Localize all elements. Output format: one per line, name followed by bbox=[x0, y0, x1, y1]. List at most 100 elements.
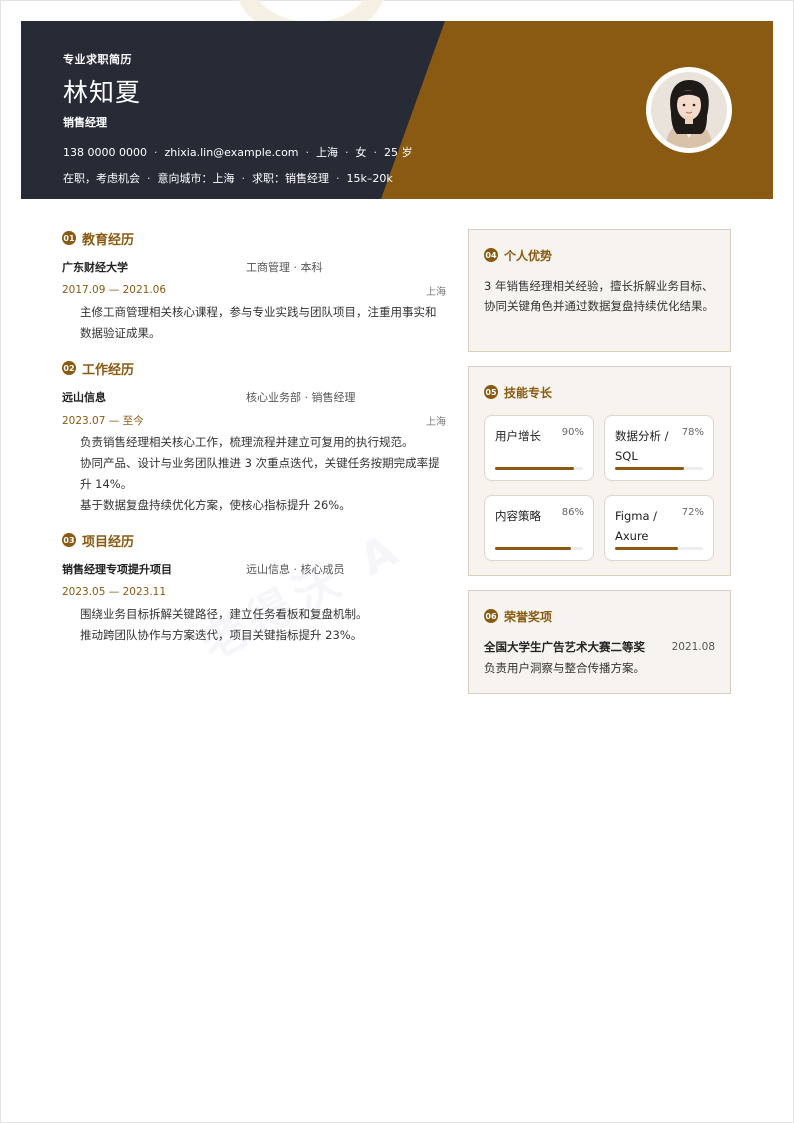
skills-grid: 用户增长 90% 数据分析 / SQL 78% 内容策略 86% Figma /… bbox=[484, 415, 730, 561]
card-header: 04 个人优势 bbox=[484, 246, 730, 264]
entry-bullets: 负责销售经理相关核心工作，梳理流程并建立可复用的执行规范。 协同产品、设计与业务… bbox=[62, 432, 446, 516]
section-number-icon: 06 bbox=[484, 609, 498, 623]
avatar bbox=[646, 67, 732, 153]
target-city: 意向城市：上海 bbox=[157, 172, 235, 185]
entry-bullets: 主修工商管理相关核心课程，参与专业实践与团队项目，注重用事实和数据验证成果。 bbox=[62, 302, 446, 344]
work-section: 02 工作经历 远山信息 核心业务部 · 销售经理 2023.07 — 至今 上… bbox=[62, 358, 446, 516]
age: 25 岁 bbox=[384, 146, 413, 159]
skill-item: Figma / Axure 72% bbox=[604, 495, 714, 561]
education-section: 01 教育经历 广东财经大学 工商管理 · 本科 2017.09 — 2021.… bbox=[62, 228, 446, 344]
entry-date: 2023.05 — 2023.11 bbox=[62, 586, 167, 598]
skill-bar-fill bbox=[495, 467, 575, 470]
section-header: 01 教育经历 bbox=[62, 228, 446, 248]
section-number-icon: 05 bbox=[484, 385, 498, 399]
section-number-icon: 01 bbox=[62, 231, 76, 245]
bullet-item: 主修工商管理相关核心课程，参与专业实践与团队项目，注重用事实和数据验证成果。 bbox=[80, 305, 437, 340]
separator: · bbox=[373, 146, 378, 159]
skill-bar bbox=[615, 547, 703, 550]
skill-bar bbox=[615, 467, 703, 470]
school-name: 广东财经大学 bbox=[62, 261, 128, 274]
company-name: 远山信息 bbox=[62, 391, 106, 404]
resume-header: 专业求职简历 林知夏 销售经理 138 0000 0000 · zhixia.lin… bbox=[21, 21, 773, 199]
entry-header: 远山信息 核心业务部 · 销售经理 bbox=[62, 388, 446, 406]
skill-item: 用户增长 90% bbox=[484, 415, 594, 481]
section-number-icon: 02 bbox=[62, 361, 76, 375]
separator: · bbox=[336, 172, 340, 185]
card-header: 05 技能专长 bbox=[484, 383, 730, 401]
skill-bar bbox=[495, 467, 583, 470]
separator: · bbox=[345, 146, 349, 159]
section-title: 教育经历 bbox=[82, 232, 135, 248]
candidate-name: 林知夏 bbox=[63, 78, 142, 107]
entry-meta: 2017.09 — 2021.06 上海 bbox=[62, 282, 446, 298]
awards-card: 06 荣誉奖项 全国大学生广告艺术大赛二等奖 2021.08 负责用户洞察与整合… bbox=[468, 590, 731, 694]
skill-bar-fill bbox=[615, 467, 684, 470]
header-kicker: 专业求职简历 bbox=[63, 53, 132, 66]
entry-date: 2017.09 — 2021.06 bbox=[62, 284, 167, 296]
entry-meta: 2023.07 — 至今 上海 bbox=[62, 412, 446, 428]
skill-name: 数据分析 / SQL bbox=[615, 429, 669, 463]
skill-percent: 86% bbox=[561, 507, 584, 518]
skill-name: Figma / Axure bbox=[615, 509, 658, 543]
email: zhixia.lin@example.com bbox=[164, 146, 299, 159]
skill-item: 内容策略 86% bbox=[484, 495, 594, 561]
target-role: 求职：销售经理 bbox=[252, 172, 329, 185]
entry-location: 上海 bbox=[426, 286, 446, 298]
bullet-item: 围绕业务目标拆解关键路径，建立任务看板和复盘机制。 bbox=[80, 607, 368, 621]
job-status: 在职，考虑机会 bbox=[63, 172, 140, 185]
project-name: 销售经理专项提升项目 bbox=[62, 563, 172, 576]
header-content: 专业求职简历 林知夏 销售经理 138 0000 0000 · zhixia.lin… bbox=[63, 51, 413, 186]
bullet-item: 协同产品、设计与业务团队推进 3 次重点迭代，关键任务按期完成率提升 14%。 bbox=[80, 456, 440, 491]
avatar-photo bbox=[651, 72, 727, 148]
project-entry: 销售经理专项提升项目 远山信息 · 核心成员 2023.05 — 2023.11… bbox=[62, 560, 446, 646]
skill-percent: 72% bbox=[681, 507, 704, 518]
award-name: 全国大学生广告艺术大赛二等奖 bbox=[484, 640, 645, 654]
skill-bar-fill bbox=[615, 547, 679, 550]
separator: · bbox=[305, 146, 310, 159]
entry-location: 上海 bbox=[426, 416, 446, 428]
separator: · bbox=[153, 146, 158, 159]
skill-bar bbox=[495, 547, 583, 550]
card-header: 06 荣誉奖项 bbox=[484, 607, 730, 625]
separator: · bbox=[241, 172, 246, 185]
project-role: 远山信息 · 核心成员 bbox=[246, 563, 345, 576]
card-title: 荣誉奖项 bbox=[504, 609, 553, 624]
section-number-icon: 04 bbox=[484, 248, 498, 262]
work-entry: 远山信息 核心业务部 · 销售经理 2023.07 — 至今 上海 负责销售经理… bbox=[62, 388, 446, 516]
skill-name: 内容策略 bbox=[495, 509, 541, 523]
section-header: 03 项目经历 bbox=[62, 530, 446, 550]
skill-name: 用户增长 bbox=[495, 429, 541, 443]
phone: 138 0000 0000 bbox=[63, 146, 147, 159]
projects-section: 03 项目经历 销售经理专项提升项目 远山信息 · 核心成员 2023.05 —… bbox=[62, 530, 446, 646]
card-title: 个人优势 bbox=[504, 248, 553, 263]
entry-header: 广东财经大学 工商管理 · 本科 bbox=[62, 258, 446, 276]
advantages-text: 3 年销售经理相关经验，擅长拆解业务目标、协同关键角色并通过数据复盘持续优化结果… bbox=[484, 279, 714, 313]
major-degree: 工商管理 · 本科 bbox=[246, 261, 323, 274]
section-title: 工作经历 bbox=[82, 362, 135, 378]
entry-date: 2023.07 — 至今 bbox=[62, 414, 144, 427]
contact-line: 138 0000 0000 · zhixia.lin@example.com · 上海 ·… bbox=[63, 144, 413, 160]
bullet-item: 推动跨团队协作与方案迭代，项目关键指标提升 23%。 bbox=[80, 628, 363, 642]
skill-percent: 90% bbox=[561, 427, 584, 438]
award-item: 全国大学生广告艺术大赛二等奖 2021.08 bbox=[484, 639, 715, 655]
main-column: 01 教育经历 广东财经大学 工商管理 · 本科 2017.09 — 2021.… bbox=[62, 228, 446, 660]
advantages-card: 04 个人优势 3 年销售经理相关经验，擅长拆解业务目标、协同关键角色并通过数据… bbox=[468, 229, 731, 352]
section-number-icon: 03 bbox=[62, 533, 76, 547]
entry-bullets: 围绕业务目标拆解关键路径，建立任务看板和复盘机制。 推动跨团队协作与方案迭代，项… bbox=[62, 604, 446, 646]
skill-bar-fill bbox=[495, 547, 571, 550]
separator: · bbox=[147, 172, 151, 185]
entry-meta: 2023.05 — 2023.11 bbox=[62, 584, 446, 600]
entry-header: 销售经理专项提升项目 远山信息 · 核心成员 bbox=[62, 560, 446, 578]
skills-card: 05 技能专长 用户增长 90% 数据分析 / SQL 78% 内容策略 86%… bbox=[468, 366, 731, 576]
salary: 15k–20k bbox=[346, 172, 393, 185]
city: 上海 bbox=[316, 146, 339, 159]
bullet-item: 负责销售经理相关核心工作，梳理流程并建立可复用的执行规范。 bbox=[80, 435, 414, 449]
candidate-role: 销售经理 bbox=[63, 116, 107, 129]
education-entry: 广东财经大学 工商管理 · 本科 2017.09 — 2021.06 上海 主修… bbox=[62, 258, 446, 344]
skill-item: 数据分析 / SQL 78% bbox=[604, 415, 714, 481]
skill-percent: 78% bbox=[681, 427, 704, 438]
gender: 女 bbox=[355, 146, 367, 159]
award-description: 负责用户洞察与整合传播方案。 bbox=[484, 661, 645, 675]
section-title: 项目经历 bbox=[82, 534, 135, 550]
card-title: 技能专长 bbox=[504, 385, 553, 400]
